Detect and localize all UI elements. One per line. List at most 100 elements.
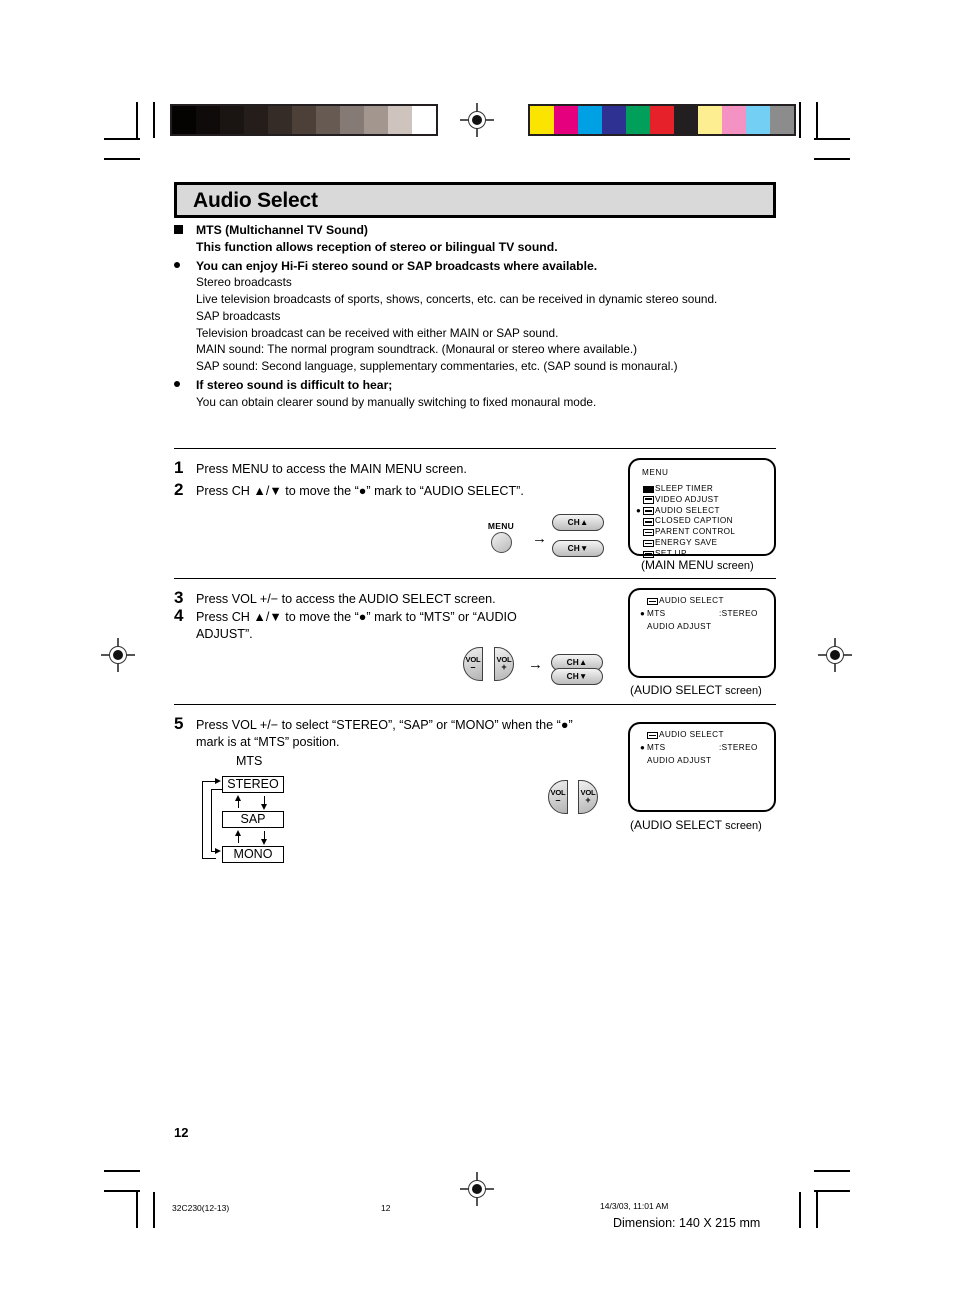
audio-select-row-label: MTS — [647, 608, 666, 618]
step-number: 5 — [174, 714, 184, 733]
intro-heading-row: MTS (Multichannel TV Sound) — [174, 222, 794, 239]
audio-select-row-label: AUDIO ADJUST — [647, 621, 712, 631]
crop-mark-bottom-right-v — [816, 1192, 818, 1228]
main-menu-item-energy-save[interactable]: ENERGY SAVE — [636, 538, 735, 549]
divider-top — [174, 448, 776, 449]
intro-detail-line: SAP broadcasts — [196, 308, 281, 323]
main-menu-item-closed-caption[interactable]: CLOSED CAPTION — [636, 516, 735, 527]
audio-select-screen-caption: (AUDIO SELECT screen) — [630, 818, 762, 832]
main-menu-screen-caption: (MAIN MENU screen) — [641, 558, 754, 572]
footer-page-num: 12 — [381, 1203, 391, 1213]
menu-button-label: MENU — [487, 521, 515, 531]
crop-mark-bottom-right-h2 — [814, 1170, 850, 1172]
calibration-swatch — [554, 106, 578, 134]
main-menu-item-video-adjust[interactable]: VIDEO ADJUST — [636, 495, 735, 506]
audio-select-screen-title: AUDIO SELECT — [659, 596, 724, 605]
intro-detail-line: SAP sound: Second language, supplementar… — [196, 359, 678, 374]
main-menu-screen-title: MENU — [642, 468, 669, 477]
calibration-swatch — [292, 106, 316, 134]
audio-select-screen-title-row: AUDIO SELECT — [640, 596, 758, 607]
calibration-swatch — [722, 106, 746, 134]
calibration-swatch — [316, 106, 340, 134]
vol-minus-sign: – — [470, 661, 476, 672]
intro-bullet2-detail: You can obtain clearer sound by manually… — [196, 394, 597, 409]
menu-button-knob[interactable] — [490, 532, 512, 553]
registration-target-right — [818, 638, 852, 672]
audio-select-caption-suffix: screen) — [725, 685, 762, 697]
step-number: 4 — [174, 606, 184, 625]
calibration-swatch — [578, 106, 602, 134]
crop-mark-top-left-v — [136, 102, 138, 138]
vol-minus-button[interactable]: VOL – — [463, 647, 483, 681]
crop-mark-top-left-v2 — [153, 102, 155, 138]
registration-target-top — [460, 103, 494, 137]
crop-mark-bottom-left-v2 — [153, 1192, 155, 1228]
selection-marker-icon: ● — [640, 742, 646, 752]
selection-marker-icon: ● — [640, 608, 646, 618]
calibration-swatch — [602, 106, 626, 134]
step-text: Press MENU to access the MAIN MENU scree… — [196, 462, 467, 476]
main-menu-item-label: VIDEO ADJUST — [655, 494, 719, 504]
audio-select-row-label: MTS — [647, 742, 666, 752]
crop-mark-top-right-h — [814, 138, 850, 140]
parent-control-icon — [643, 528, 654, 537]
mts-cycle-label: MTS — [236, 754, 263, 768]
audio-select-row-audio-adjust[interactable]: AUDIO ADJUST — [640, 756, 758, 767]
round-bullet-icon — [174, 258, 196, 274]
calibration-swatch — [340, 106, 364, 134]
intro-bullet1-row: You can enjoy Hi-Fi stereo sound or SAP … — [174, 258, 794, 275]
calibration-swatch — [412, 106, 436, 134]
registration-target-bottom — [460, 1172, 494, 1206]
cycle-arrow-up-icon — [235, 830, 241, 836]
main-menu-caption-text: (MAIN MENU — [641, 558, 714, 572]
cycle-loop-arrow-icon — [215, 778, 221, 784]
audio-select-caption-suffix: screen) — [725, 820, 762, 832]
footer-doc-code: 32C230(12-13) — [172, 1203, 230, 1213]
menu-button[interactable]: MENU — [484, 521, 518, 553]
crop-mark-top-left-h2 — [104, 158, 140, 160]
flow-arrow-icon: → — [532, 530, 547, 547]
main-menu-item-audio-select[interactable]: ● AUDIO SELECT — [636, 506, 735, 517]
set-up-icon — [643, 550, 654, 559]
main-menu-item-parent-control[interactable]: PARENT CONTROL — [636, 527, 735, 538]
ch-down-button[interactable]: CH▼ — [551, 668, 603, 685]
audio-select-row-mts[interactable]: ● MTS :STEREO — [640, 743, 758, 754]
vol-plus-button[interactable]: VOL + — [494, 647, 514, 681]
step-number: 1 — [174, 458, 184, 477]
step-number: 2 — [174, 480, 184, 499]
main-menu-item-list: SLEEP TIMER VIDEO ADJUST ● AUDIO SELECT CLOS… — [636, 484, 735, 560]
intro-detail-line: Television broadcast can be received wit… — [196, 325, 559, 340]
main-menu-item-label: SLEEP TIMER — [655, 484, 714, 493]
audio-select-icon — [647, 731, 658, 740]
audio-select-row-value: :STEREO — [719, 742, 758, 752]
crop-mark-top-right-h2 — [814, 158, 850, 160]
audio-select-icon — [647, 597, 658, 606]
ch-up-button[interactable]: CH▲ — [552, 514, 604, 531]
audio-select-row-audio-adjust[interactable]: AUDIO ADJUST — [640, 622, 758, 633]
vol-minus-sign: – — [555, 794, 561, 805]
calibration-swatch — [746, 106, 770, 134]
step-4: 4 Press CH ▲/▼ to move the “●” mark to “… — [174, 606, 574, 642]
cycle-loop-line — [202, 858, 216, 860]
main-menu-item-label: PARENT CONTROL — [655, 527, 736, 537]
calibration-swatch — [172, 106, 196, 134]
vol-minus-button[interactable]: VOL – — [548, 780, 568, 814]
cycle-loop-line — [211, 789, 213, 852]
main-menu-item-label: AUDIO SELECT — [655, 505, 720, 515]
vol-plus-button[interactable]: VOL + — [578, 780, 598, 814]
crop-mark-top-left-h — [104, 138, 140, 140]
intro-bullet2-row: If stereo sound is difficult to hear; — [174, 377, 794, 394]
mts-cycle-diagram: MTS STEREO SAP MONO — [200, 752, 360, 870]
color-calibration-bar — [528, 104, 796, 136]
cycle-loop-line — [202, 781, 204, 859]
main-menu-item-sleep-timer[interactable]: SLEEP TIMER — [636, 484, 735, 495]
divider-bottom — [174, 704, 776, 705]
mts-option-mono: MONO — [222, 846, 284, 863]
intro-detail-line: Stereo broadcasts — [196, 275, 292, 290]
calibration-swatch — [364, 106, 388, 134]
step-text: Press VOL +/− to access the AUDIO SELECT… — [196, 592, 496, 606]
ch-down-button[interactable]: CH▼ — [552, 540, 604, 557]
audio-select-row-mts[interactable]: ● MTS:STEREO — [640, 609, 758, 620]
crop-mark-bottom-left-h — [104, 1190, 140, 1192]
step-3: 3 Press VOL +/− to access the AUDIO SELE… — [174, 589, 604, 608]
